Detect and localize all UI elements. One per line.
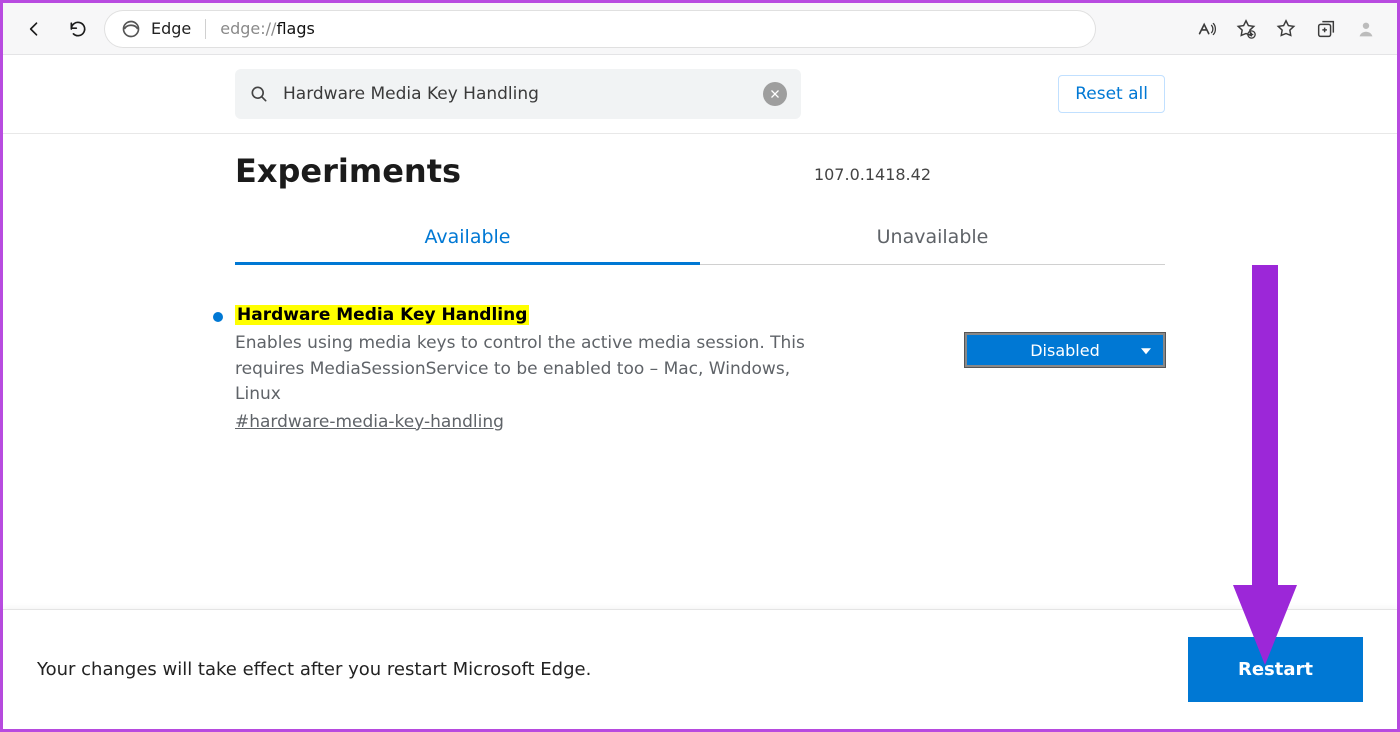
experiment-name: Hardware Media Key Handling [235, 305, 529, 325]
experiment-list: Hardware Media Key Handling Enables usin… [3, 265, 1397, 432]
search-icon [249, 84, 269, 104]
url-text: edge://flags [220, 19, 315, 38]
profile-icon[interactable] [1355, 18, 1377, 40]
site-identity-label: Edge [151, 19, 191, 38]
experiment-state-select[interactable]: Disabled [965, 333, 1165, 367]
clear-search-button[interactable] [763, 82, 787, 106]
page-body: Hardware Media Key Handling Reset all Ex… [3, 55, 1397, 729]
edge-logo-icon [121, 19, 141, 39]
experiment-state-value: Disabled [1030, 341, 1100, 360]
tab-available[interactable]: Available [235, 212, 700, 264]
reset-all-button[interactable]: Reset all [1058, 75, 1165, 113]
restart-button[interactable]: Restart [1188, 637, 1363, 702]
flags-header: Hardware Media Key Handling Reset all [3, 55, 1397, 134]
browser-toolbar: Edge edge://flags [3, 3, 1397, 55]
omnibox-divider [205, 19, 206, 39]
search-box[interactable]: Hardware Media Key Handling [235, 69, 801, 119]
tab-unavailable[interactable]: Unavailable [700, 212, 1165, 264]
collections-icon[interactable] [1315, 18, 1337, 40]
toolbar-right-group [1195, 18, 1383, 40]
experiment-row: Hardware Media Key Handling Enables usin… [213, 305, 1165, 432]
experiment-description: Enables using media keys to control the … [235, 331, 835, 408]
read-aloud-icon[interactable] [1195, 18, 1217, 40]
close-icon [769, 88, 781, 100]
page-title: Experiments [235, 152, 461, 190]
tabs: Available Unavailable [235, 212, 1165, 265]
back-button[interactable] [17, 12, 51, 46]
search-input-value: Hardware Media Key Handling [283, 84, 749, 104]
add-favorite-icon[interactable] [1235, 18, 1257, 40]
title-row: Experiments 107.0.1418.42 [3, 134, 1397, 190]
favorites-icon[interactable] [1275, 18, 1297, 40]
experiment-hash-link[interactable]: #hardware-media-key-handling [235, 412, 504, 432]
restart-bar: Your changes will take effect after you … [3, 609, 1397, 729]
reload-button[interactable] [61, 12, 95, 46]
site-identity: Edge [121, 19, 191, 39]
modified-indicator-icon [213, 312, 223, 322]
address-bar[interactable]: Edge edge://flags [105, 11, 1095, 47]
version-text: 107.0.1418.42 [814, 165, 931, 190]
restart-message: Your changes will take effect after you … [37, 659, 591, 680]
